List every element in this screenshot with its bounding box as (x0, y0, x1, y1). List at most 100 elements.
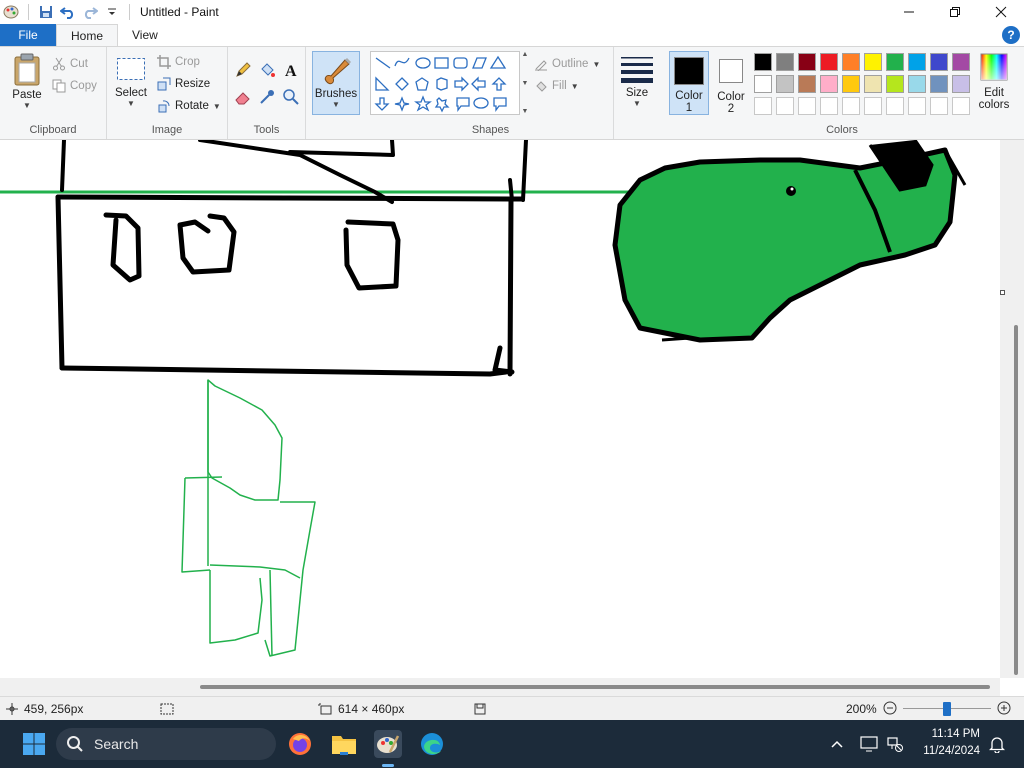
svg-text:A: A (285, 63, 297, 79)
drawing-canvas[interactable] (0, 140, 1000, 678)
help-icon[interactable]: ? (1002, 26, 1020, 44)
scroll-up-icon[interactable]: ▲ (522, 51, 529, 58)
minimize-button[interactable] (886, 0, 932, 24)
palette-color-swatch[interactable] (754, 53, 772, 71)
horizontal-scrollbar[interactable] (0, 678, 1000, 696)
customize-qa-dropdown-icon[interactable] (103, 3, 121, 21)
color1-button[interactable]: Color 1 (669, 51, 709, 115)
palette-custom-slot[interactable] (776, 97, 794, 115)
tab-home[interactable]: Home (56, 24, 119, 46)
palette-color-swatch[interactable] (864, 53, 882, 71)
fill-icon (536, 81, 547, 92)
eraser-icon[interactable] (234, 88, 256, 109)
canvas-workspace[interactable] (0, 140, 1000, 678)
image-group: Select ▼ Crop Resize Rotate ▼ Image (107, 47, 228, 139)
paint-app-icon[interactable] (2, 3, 20, 21)
palette-color-swatch[interactable] (864, 75, 882, 93)
notifications-button[interactable] (986, 730, 1008, 758)
zoom-slider[interactable] (902, 702, 991, 716)
crop-icon (157, 55, 171, 69)
copy-button[interactable]: Copy (52, 75, 97, 97)
canvas-resize-handle[interactable] (1000, 290, 1005, 295)
redo-icon[interactable] (81, 3, 99, 21)
palette-color-swatch[interactable] (842, 75, 860, 93)
undo-icon[interactable] (59, 3, 77, 21)
paste-button[interactable]: Paste ▼ (8, 53, 46, 110)
shapes-gallery-scroll[interactable]: ▲ ▼ ▼ (520, 51, 530, 115)
taskbar-clock[interactable]: 11:14 PM 11/24/2024 (900, 726, 980, 760)
select-button[interactable]: Select ▼ (113, 57, 149, 108)
vertical-scroll-thumb[interactable] (1014, 325, 1018, 675)
palette-custom-slot[interactable] (798, 97, 816, 115)
scroll-down-icon[interactable]: ▼ (522, 80, 529, 87)
taskbar-search-box[interactable]: Search (56, 728, 276, 760)
size-button[interactable]: Size ▼ (618, 55, 656, 108)
close-button[interactable] (978, 0, 1024, 24)
zoom-slider-thumb[interactable] (942, 702, 951, 716)
paste-label: Paste (12, 89, 42, 101)
green-outline-sketch (181, 379, 316, 657)
bell-icon (989, 737, 1005, 753)
text-icon[interactable]: A (282, 61, 304, 82)
palette-color-swatch[interactable] (952, 75, 970, 93)
color2-button[interactable]: Color 2 (712, 51, 750, 115)
vertical-scrollbar[interactable] (1000, 140, 1024, 678)
edge-taskbar-button[interactable] (418, 730, 446, 758)
palette-custom-slot[interactable] (930, 97, 948, 115)
qa-separator (129, 4, 130, 20)
palette-color-swatch[interactable] (908, 75, 926, 93)
palette-color-swatch[interactable] (798, 53, 816, 71)
shapes-gallery[interactable] (370, 51, 520, 115)
expand-gallery-icon[interactable]: ▼ (522, 108, 529, 115)
palette-custom-slot[interactable] (864, 97, 882, 115)
firefox-taskbar-button[interactable] (286, 730, 314, 758)
palette-custom-slot[interactable] (842, 97, 860, 115)
maximize-button[interactable] (932, 0, 978, 24)
palette-color-swatch[interactable] (776, 75, 794, 93)
outline-button[interactable]: Outline ▼ (534, 53, 600, 75)
zoom-out-button[interactable] (883, 701, 897, 718)
fill-button[interactable]: Fill ▼ (534, 75, 600, 97)
display-tray-button[interactable] (858, 730, 880, 758)
crop-button[interactable]: Crop (157, 51, 221, 73)
fill-bucket-icon[interactable] (258, 61, 280, 82)
edit-colors-button[interactable]: Edit colors (974, 53, 1014, 111)
palette-color-swatch[interactable] (908, 53, 926, 71)
palette-color-swatch[interactable] (798, 75, 816, 93)
start-button[interactable] (20, 730, 48, 758)
palette-color-swatch[interactable] (754, 75, 772, 93)
magnifier-icon[interactable] (282, 88, 304, 109)
palette-color-swatch[interactable] (952, 53, 970, 71)
palette-custom-slot[interactable] (754, 97, 772, 115)
palette-color-swatch[interactable] (820, 75, 838, 93)
paint-taskbar-button[interactable] (374, 730, 402, 758)
horizontal-scroll-thumb[interactable] (200, 685, 990, 689)
palette-color-swatch[interactable] (930, 53, 948, 71)
resize-button[interactable]: Resize (157, 73, 221, 95)
palette-color-swatch[interactable] (842, 53, 860, 71)
palette-custom-slot[interactable] (886, 97, 904, 115)
rotate-button[interactable]: Rotate ▼ (157, 95, 221, 117)
palette-color-swatch[interactable] (820, 53, 838, 71)
qa-separator (28, 4, 29, 20)
file-explorer-taskbar-button[interactable] (330, 730, 358, 758)
color-picker-icon[interactable] (258, 88, 280, 109)
palette-color-swatch[interactable] (930, 75, 948, 93)
palette-color-swatch[interactable] (886, 53, 904, 71)
palette-custom-slot[interactable] (908, 97, 926, 115)
tab-file[interactable]: File (0, 24, 56, 46)
save-icon[interactable] (37, 3, 55, 21)
palette-color-swatch[interactable] (886, 75, 904, 93)
tab-view[interactable]: View (118, 24, 172, 46)
cursor-position-icon (6, 703, 18, 715)
palette-custom-slot[interactable] (820, 97, 838, 115)
zoom-in-button[interactable] (997, 701, 1011, 718)
palette-custom-slot[interactable] (952, 97, 970, 115)
pencil-icon[interactable] (234, 61, 256, 82)
show-hidden-icons-button[interactable] (826, 730, 848, 758)
cut-button[interactable]: Cut (52, 53, 97, 75)
brushes-button[interactable]: Brushes ▼ (312, 51, 360, 115)
palette-color-swatch[interactable] (776, 53, 794, 71)
ribbon-tabs: File Home View ? (0, 24, 1024, 46)
file-size (474, 697, 486, 721)
